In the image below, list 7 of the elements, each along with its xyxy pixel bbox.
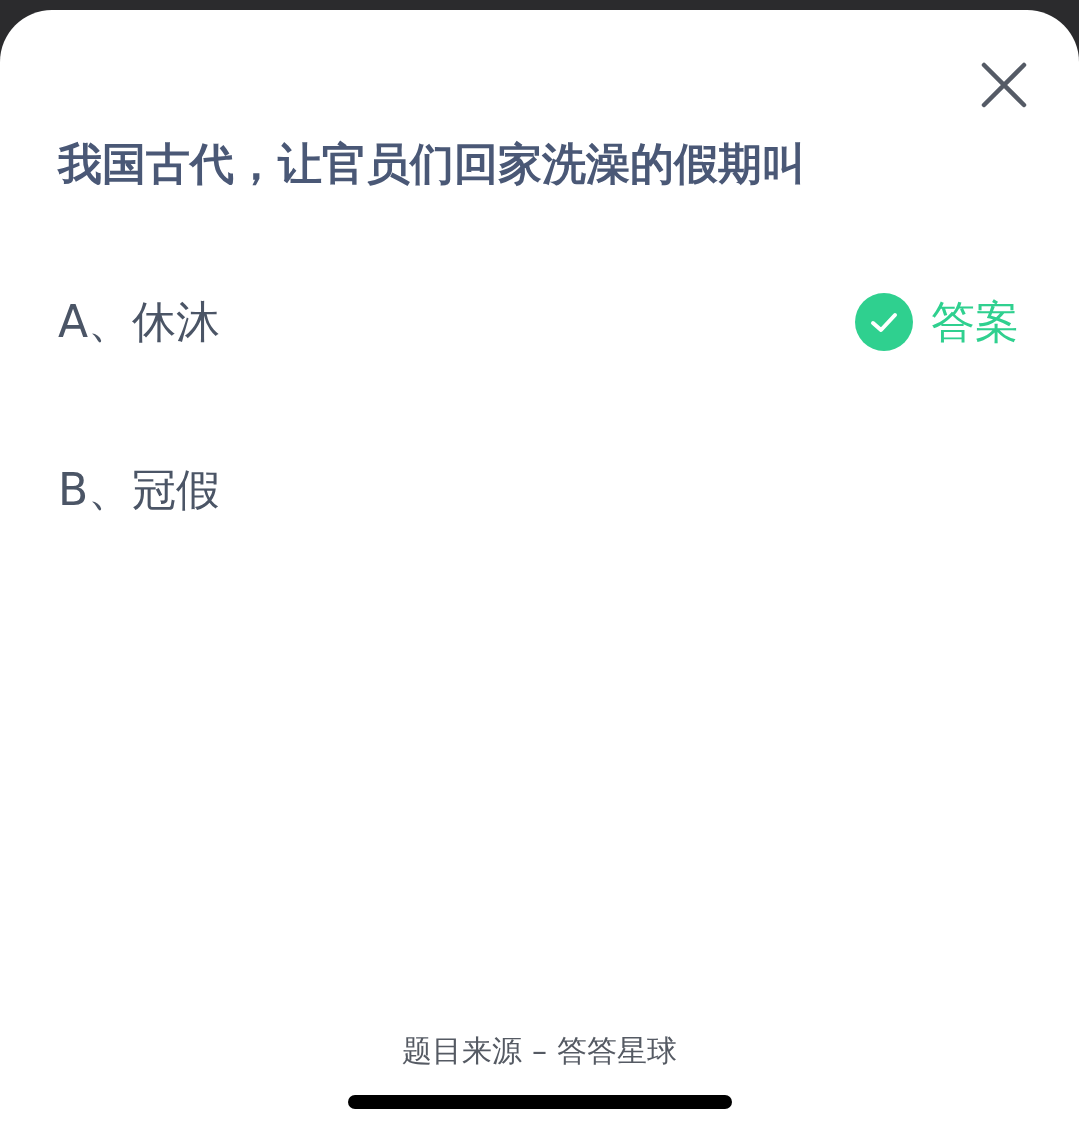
check-icon <box>855 293 913 351</box>
close-icon[interactable] <box>981 62 1027 108</box>
question-text: 我国古代，让官员们回家洗澡的假期叫 <box>58 137 806 191</box>
option-text[interactable]: B、冠假 <box>58 460 221 520</box>
option-text[interactable]: A、休沐 <box>58 292 221 352</box>
answer-label: 答案 <box>931 295 1019 349</box>
source-text: 题目来源 – 答答星球 <box>402 1032 677 1070</box>
